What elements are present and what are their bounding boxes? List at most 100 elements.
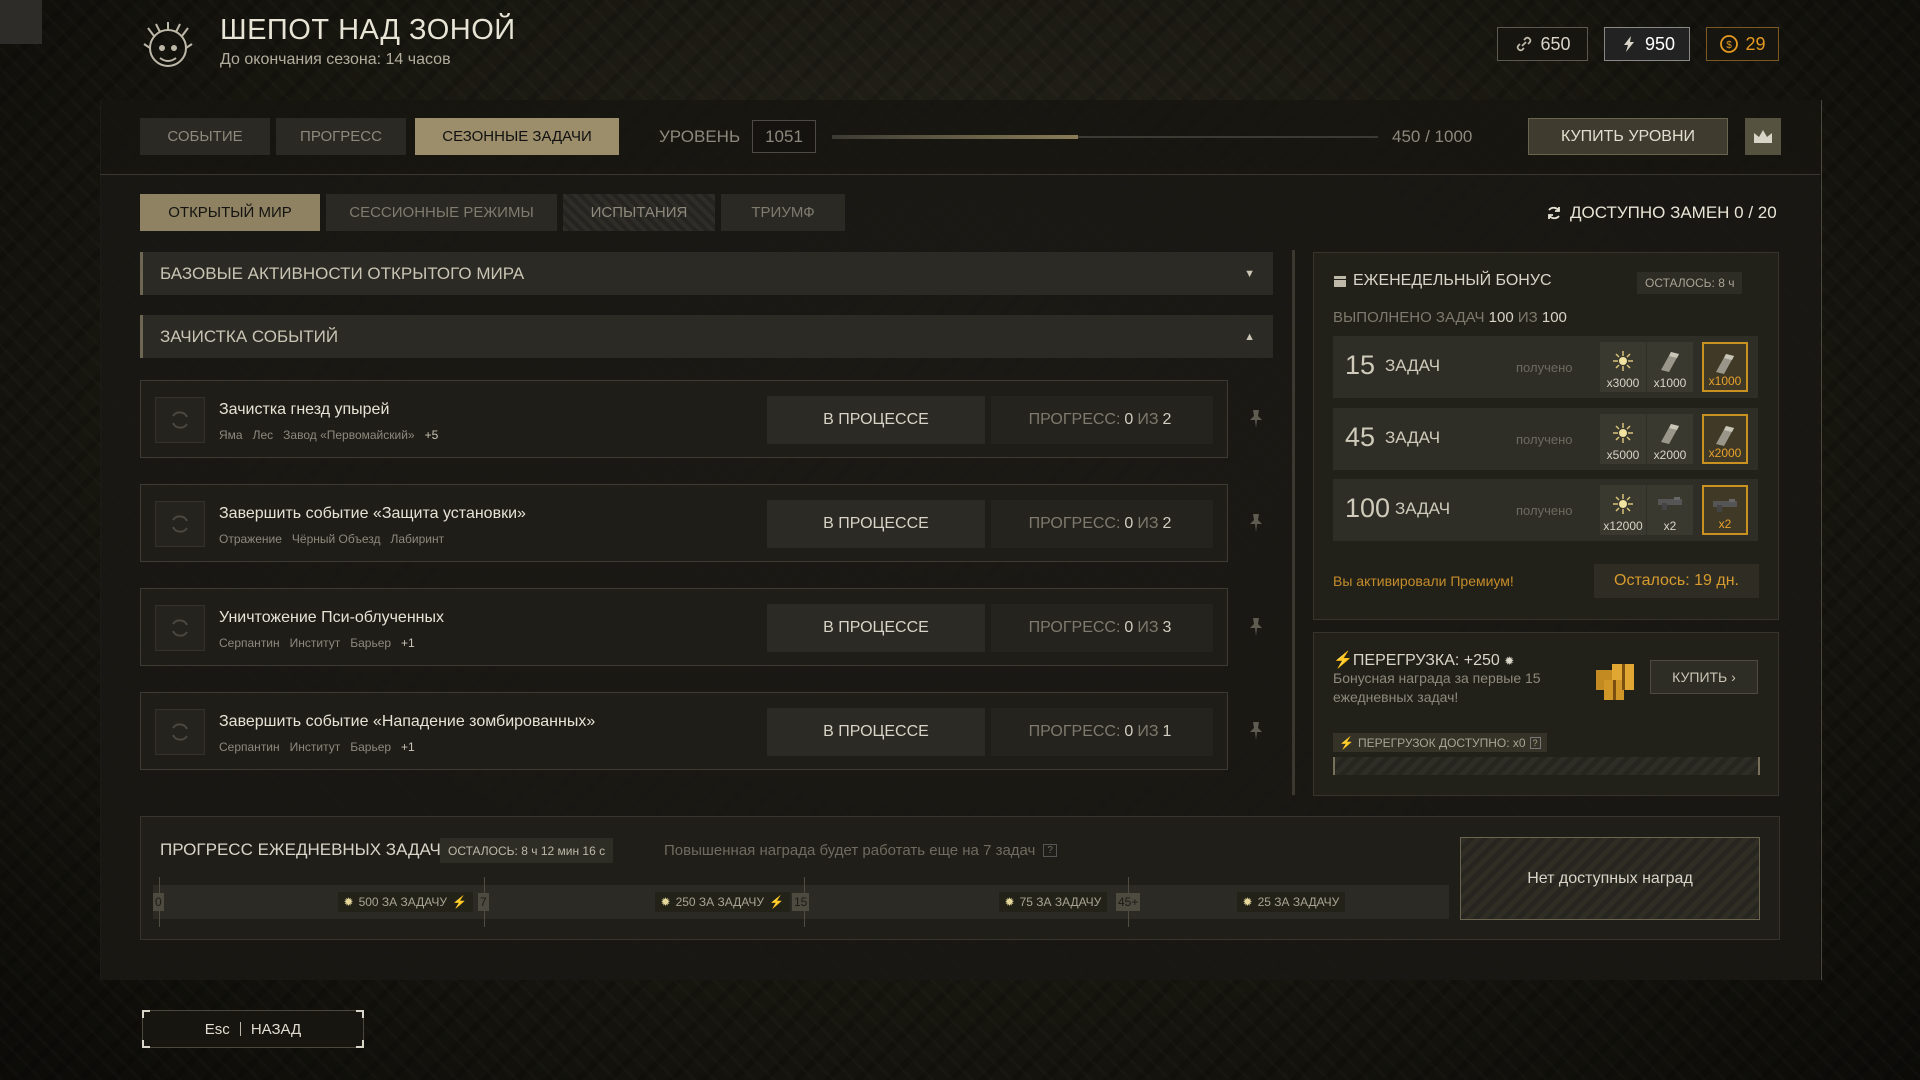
task-progress-current: 0 — [1124, 723, 1134, 740]
sun-icon — [1613, 351, 1633, 371]
sun-icon — [1613, 423, 1633, 443]
task-location-tag: Серпантин — [219, 636, 280, 650]
ingot-icon — [1716, 426, 1734, 446]
reward-rate-text: 25 ЗА ЗАДАЧУ — [1257, 895, 1340, 909]
task-progress-of: ИЗ — [1137, 411, 1159, 428]
task-name: Зачистка гнезд упырей — [219, 401, 390, 418]
tier-number: 45 — [1345, 422, 1376, 452]
lightning-icon — [1623, 36, 1634, 52]
weekly-timer: ОСТАЛОСЬ: 8 ч — [1637, 272, 1743, 294]
group-base-activities[interactable]: БАЗОВЫЕ АКТИВНОСТИ ОТКРЫТОГО МИРА ▼ — [140, 252, 1273, 295]
task-location-tag: Институт — [289, 636, 341, 650]
level-value: 1051 — [752, 120, 816, 153]
reward-item[interactable]: x2 — [1702, 485, 1748, 535]
group-event-cleanup[interactable]: ЗАЧИСТКА СОБЫТИЙ ▲ — [140, 315, 1273, 358]
weekly-done-prefix: ВЫПОЛНЕНО ЗАДАЧ — [1333, 309, 1485, 326]
overload-available-text: ПЕРЕГРУЗОК ДОСТУПНО: x0 — [1357, 735, 1526, 750]
task-location-tag: Чёрный Объезд — [291, 532, 381, 546]
tier-status: получено — [1516, 360, 1573, 375]
subtab-trials[interactable]: ИСПЫТАНИЯ — [563, 194, 715, 231]
task-tags: Яма Лес Завод «Первомайский» +5 — [219, 428, 448, 442]
subtab-triumph[interactable]: ТРИУМФ — [721, 194, 845, 231]
task-icon — [155, 709, 205, 755]
page-title: ШЕПОТ НАД ЗОНОЙ — [220, 14, 516, 46]
weekly-tier: 100 ЗАДАЧ получено x12000 x2 x2 — [1333, 479, 1758, 541]
chevron-down-icon: ▼ — [1244, 267, 1255, 280]
weekly-done: ВЫПОЛНЕНО ЗАДАЧ 100 ИЗ 100 — [1333, 309, 1567, 326]
task-row[interactable]: Завершить событие «Нападение зомбированн… — [140, 692, 1228, 770]
weekly-done-value: 100 — [1488, 309, 1514, 326]
reward-item[interactable]: x5000 — [1600, 414, 1646, 464]
ingot-icon — [1661, 424, 1679, 444]
subtab-session-modes[interactable]: СЕССИОННЫЕ РЕЖИМЫ — [326, 194, 557, 231]
pin-icon[interactable] — [1245, 616, 1267, 638]
task-row[interactable]: Зачистка гнезд упырей Яма Лес Завод «Перво… — [140, 380, 1228, 458]
overload-title-text: ПЕРЕГРУЗКА: +250 — [1352, 652, 1500, 669]
reward-item[interactable]: x3000 — [1600, 342, 1646, 392]
pin-icon[interactable] — [1245, 408, 1267, 430]
reward-item[interactable]: x2 — [1647, 485, 1693, 535]
reward-item[interactable]: x1000 — [1702, 342, 1748, 392]
tier-number: 15 — [1345, 350, 1376, 380]
milestone-label: 45+ — [1116, 893, 1141, 911]
premium-time-left: Осталось: 19 дн. — [1594, 564, 1759, 598]
level-progress-text: 450 / 1000 — [1392, 127, 1473, 146]
reward-item[interactable]: x2000 — [1647, 414, 1693, 464]
task-status-button[interactable]: В ПРОЦЕССЕ — [767, 396, 985, 444]
sun-icon: ✹ — [343, 895, 354, 909]
reward-item[interactable]: x2000 — [1702, 414, 1748, 464]
buy-levels-button[interactable]: КУПИТЬ УРОВНИ — [1528, 118, 1728, 155]
reward-item[interactable]: x12000 — [1600, 485, 1646, 535]
weekly-tier: 15 ЗАДАЧ получено x3000 x1000 x1000 — [1333, 336, 1758, 398]
reward-qty: x12000 — [1603, 519, 1643, 533]
currency-links: 650 — [1497, 27, 1588, 61]
milestone-label: 15 — [792, 893, 810, 911]
refresh-icon — [172, 515, 188, 533]
daily-progress-title: ПРОГРЕСС ЕЖЕДНЕВНЫХ ЗАДАЧ — [160, 840, 441, 859]
premium-button[interactable] — [1745, 118, 1781, 155]
reward-rate-label: ✹ 500 ЗА ЗАДАЧУ ⚡ — [337, 892, 473, 912]
tier-label: ЗАДАЧ — [1385, 356, 1441, 375]
faction-logo-icon — [143, 22, 193, 67]
reward-qty: x5000 — [1606, 448, 1640, 462]
back-button[interactable]: Esc НАЗАД — [142, 1010, 364, 1048]
back-key: Esc — [204, 1020, 230, 1038]
reward-rate-label: ✹ 25 ЗА ЗАДАЧУ — [1236, 892, 1346, 912]
weekly-tier: 45 ЗАДАЧ получено x5000 x2000 x2000 — [1333, 408, 1758, 470]
task-row[interactable]: Уничтожение Пси-облученных Серпантин Инст… — [140, 588, 1228, 666]
task-progress-current: 0 — [1124, 619, 1134, 636]
daily-progress-track: 0 7 15 45+ ✹ 500 ЗА ЗАДАЧУ ⚡ ✹ 250 ЗА ЗАДАЧУ ⚡ ✹ 75… — [153, 877, 1449, 927]
task-row[interactable]: Завершить событие «Защита установки» Отр… — [140, 484, 1228, 562]
reward-rate-text: 75 ЗА ЗАДАЧУ — [1019, 895, 1102, 909]
pin-icon[interactable] — [1245, 512, 1267, 534]
help-icon[interactable]: ? — [1529, 736, 1541, 749]
tab-seasonal-tasks[interactable]: СЕЗОННЫЕ ЗАДАЧИ — [415, 118, 619, 155]
refresh-icon — [172, 411, 188, 429]
currency-value: 29 — [1745, 33, 1766, 54]
task-status-button[interactable]: В ПРОЦЕССЕ — [767, 500, 985, 548]
task-status-button[interactable]: В ПРОЦЕССЕ — [767, 708, 985, 756]
lightning-icon: ⚡ — [1333, 652, 1353, 669]
tab-progress[interactable]: ПРОГРЕСС — [276, 118, 406, 155]
task-progress: ПРОГРЕСС: 0 ИЗ 2 — [991, 396, 1213, 444]
refresh-icon — [172, 723, 188, 741]
replacements-counter[interactable]: ДОСТУПНО ЗАМЕН 0 / 20 — [1546, 203, 1777, 223]
task-name: Уничтожение Пси-облученных — [219, 609, 444, 626]
pin-icon[interactable] — [1245, 720, 1267, 742]
subtab-open-world[interactable]: ОТКРЫТЫЙ МИР — [140, 194, 320, 231]
sun-icon — [1613, 494, 1633, 514]
sun-icon: ✹ — [1504, 654, 1515, 668]
sun-icon: ✹ — [1004, 895, 1015, 909]
help-icon[interactable]: ? — [1043, 844, 1057, 857]
reward-item[interactable]: x1000 — [1647, 342, 1693, 392]
currency-value: 650 — [1540, 33, 1571, 54]
scrollbar[interactable] — [1292, 250, 1295, 795]
task-status-button[interactable]: В ПРОЦЕССЕ — [767, 604, 985, 652]
season-timer: До окончания сезона: 14 часов — [220, 51, 451, 68]
task-location-tag: Серпантин — [219, 740, 280, 754]
sun-icon: ✹ — [660, 895, 671, 909]
tab-event[interactable]: СОБЫТИЕ — [140, 118, 270, 155]
no-rewards-box: Нет доступных наград — [1460, 837, 1760, 920]
overload-buy-button[interactable]: КУПИТЬ › — [1650, 660, 1758, 694]
back-label: НАЗАД — [250, 1020, 302, 1038]
